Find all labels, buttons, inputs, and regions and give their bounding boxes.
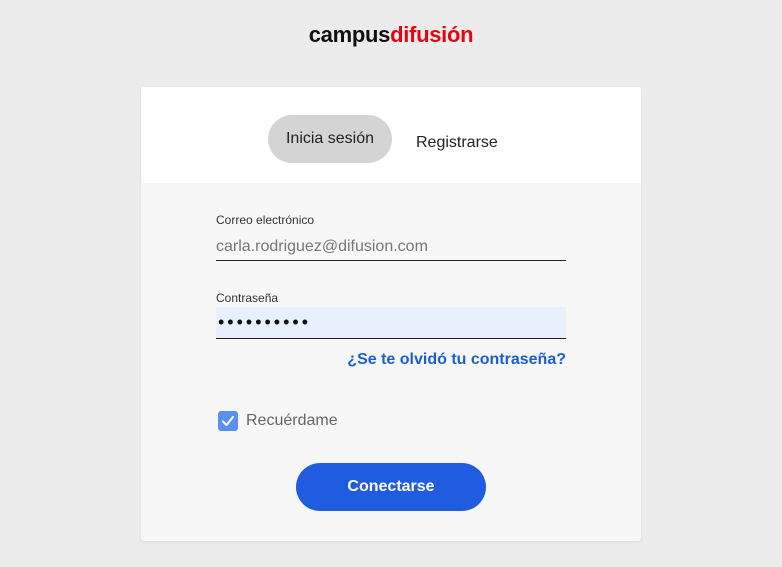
tab-login[interactable]: Inicia sesión xyxy=(268,115,392,163)
email-label: Correo electrónico xyxy=(216,213,315,227)
remember-me-checkbox[interactable] xyxy=(218,411,238,431)
auth-tabs: Inicia sesión Registrarse xyxy=(141,87,641,183)
email-field[interactable] xyxy=(216,233,566,261)
brand-logo-difusion: difusión xyxy=(390,22,474,47)
brand-logo-campus: campus xyxy=(308,22,391,47)
remember-me-label: Recuérdame xyxy=(246,412,338,429)
tab-register[interactable]: Registrarse xyxy=(416,131,498,155)
password-label: Contraseña xyxy=(216,291,279,305)
password-field[interactable] xyxy=(216,307,566,339)
forgot-password-link[interactable]: ¿Se te olvidó tu contraseña? xyxy=(316,351,566,369)
login-card: Inicia sesión Registrarse Correo electró… xyxy=(141,87,641,541)
login-button[interactable]: Conectarse xyxy=(296,463,486,511)
brand-logo: campusdifusión xyxy=(0,22,782,48)
checkmark-icon xyxy=(222,416,234,426)
